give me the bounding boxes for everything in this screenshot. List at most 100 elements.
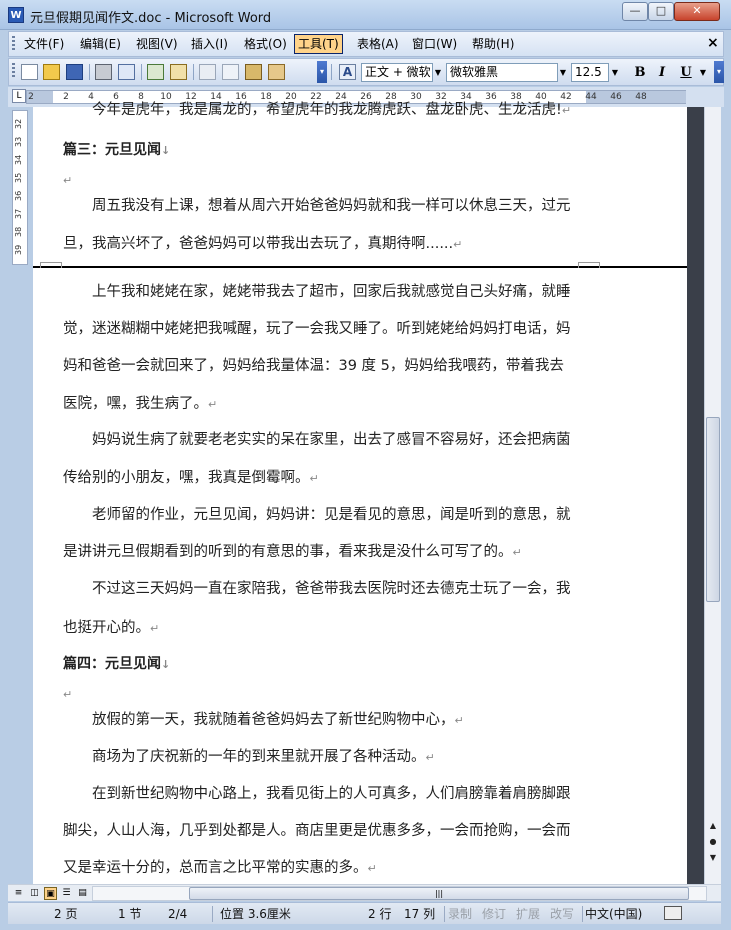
document-text-line[interactable]: ↵ — [63, 684, 72, 705]
document-text-line[interactable]: 商场为了庆祝新的一年的到来里就开展了各种活动。↵ — [92, 747, 435, 768]
toolbar-overflow-icon[interactable]: ▾ — [317, 61, 327, 83]
menu-grip[interactable] — [12, 36, 15, 52]
document-text-line[interactable]: 不过这三天妈妈一直在家陪我，爸爸带我去医院时还去德克士玩了一会，我 — [92, 579, 571, 599]
research-icon[interactable] — [170, 64, 187, 80]
italic-button[interactable]: I — [653, 64, 671, 81]
document-text-line[interactable]: ↵ — [63, 170, 72, 191]
document-text: 妈妈说生病了就要老老实实的呆在家里，出去了感冒不容易好，还会把病菌 — [92, 432, 571, 448]
document-text: 放假的第一天，我就随着爸爸妈妈去了新世纪购物中心， — [92, 712, 455, 728]
spelling-status-icon[interactable] — [664, 906, 682, 920]
document-text-line[interactable]: 上午我和姥姥在家，姥姥带我去了超市，回家后我就感觉自己头好痛，就睡 — [92, 282, 571, 302]
style-combo-arrow[interactable]: ▼ — [432, 63, 444, 82]
save-icon[interactable] — [66, 64, 83, 80]
horizontal-scroll-area: ≡ ◫ ▣ ☰ ▤ ||| — [8, 884, 721, 901]
document-text-line[interactable]: 医院，嘿，我生病了。↵ — [63, 394, 217, 415]
minimize-button[interactable]: — — [622, 2, 648, 21]
close-button[interactable]: ✕ — [674, 2, 720, 21]
paragraph-mark-icon: ↵ — [63, 174, 73, 187]
title-bar: W 元旦假期见闻作文.doc - Microsoft Word — □ ✕ — [0, 0, 731, 30]
copy-icon[interactable] — [222, 64, 239, 80]
menu-insert[interactable]: 插入(I) — [188, 36, 231, 52]
document-text-line[interactable]: 脚尖，人山人海，几乎到处都是人。商店里更是优惠多多，一会而抢购，一会而 — [63, 821, 571, 841]
status-section: 1 节 — [118, 907, 142, 921]
horizontal-scrollbar[interactable]: ||| — [92, 886, 707, 901]
cut-icon[interactable] — [199, 64, 216, 80]
paste-icon[interactable] — [245, 64, 262, 80]
document-text-line[interactable]: 今年是虎年，我是属龙的，希望虎年的我龙腾虎跃、盘龙卧虎、生龙活虎!↵ — [92, 100, 571, 121]
menu-view[interactable]: 视图(V) — [133, 36, 181, 52]
next-page-icon[interactable]: ▼ — [706, 851, 720, 865]
underline-button[interactable]: U — [677, 64, 695, 81]
normal-view-icon[interactable]: ≡ — [12, 887, 25, 900]
toolbar-overflow-icon[interactable]: ▾ — [714, 61, 724, 83]
document-text-line[interactable]: 是讲讲元旦假期看到的听到的有意思的事，看来我是没什么可写了的。↵ — [63, 542, 522, 563]
document-heading[interactable]: 篇三：元旦见闻↓ — [63, 140, 170, 161]
select-browse-object-icon[interactable]: ● — [706, 835, 720, 849]
open-icon[interactable] — [43, 64, 60, 80]
reading-view-icon[interactable]: ▤ — [76, 887, 89, 900]
status-overtype[interactable]: 改写 — [550, 906, 574, 922]
paragraph-mark-icon: ↵ — [425, 751, 435, 764]
menu-format[interactable]: 格式(O) — [241, 36, 290, 52]
font-size-combo-arrow[interactable]: ▼ — [609, 63, 621, 82]
new-icon[interactable] — [21, 64, 38, 80]
toolbar-separator — [193, 64, 194, 80]
document-text-line[interactable]: 旦，我高兴坏了，爸爸妈妈可以带我出去玩了，真期待啊......↵ — [63, 234, 462, 255]
font-size-combo[interactable]: 12.5 — [571, 63, 609, 82]
outline-view-icon[interactable]: ☰ — [60, 887, 73, 900]
document-text: 是讲讲元旦假期看到的听到的有意思的事，看来我是没什么可写了的。 — [63, 544, 513, 560]
document-text-line[interactable]: 又是幸运十分的，总而言之比平常的实惠的多。↵ — [63, 858, 377, 879]
document-text-line[interactable]: 放假的第一天，我就随着爸爸妈妈去了新世纪购物中心，↵ — [92, 710, 464, 731]
document-text: 篇四：元旦见闻 — [63, 656, 161, 672]
horizontal-scroll-thumb[interactable]: ||| — [189, 887, 689, 900]
status-extend[interactable]: 扩展 — [516, 906, 540, 922]
status-track-changes[interactable]: 修订 — [482, 906, 506, 922]
print-layout-view-icon[interactable]: ▣ — [44, 887, 57, 900]
toolbar-grip[interactable] — [12, 63, 15, 79]
bold-button[interactable]: B — [631, 64, 649, 81]
document-text-line[interactable]: 妈妈说生病了就要老老实实的呆在家里，出去了感冒不容易好，还会把病菌 — [92, 430, 571, 450]
status-record[interactable]: 录制 — [448, 906, 472, 922]
document-text-line[interactable]: 妈和爸爸一会就回来了，妈妈给我量体温：39 度 5，妈妈给我喂药，带着我去 — [63, 356, 564, 376]
print-icon[interactable] — [95, 64, 112, 80]
previous-page-icon[interactable]: ▲ — [706, 819, 720, 833]
format-painter-icon[interactable] — [268, 64, 285, 80]
document-text-line[interactable]: 老师留的作业，元旦见闻，妈妈讲：见是看见的意思，闻是听到的意思，就 — [92, 505, 571, 525]
font-combo[interactable]: 微软雅黑 — [446, 63, 558, 82]
tab-selector[interactable]: L — [12, 89, 26, 103]
document-text-line[interactable]: 觉，迷迷糊糊中姥姥把我喊醒，玩了一会我又睡了。听到姥姥给妈妈打电话，妈 — [63, 319, 571, 339]
document-text-line[interactable]: 也挺开心的。↵ — [63, 618, 159, 639]
document-text: 上午我和姥姥在家，姥姥带我去了超市，回家后我就感觉自己头好痛，就睡 — [92, 284, 571, 300]
underline-arrow[interactable]: ▼ — [697, 63, 709, 82]
spelling-icon[interactable] — [147, 64, 164, 80]
document-heading[interactable]: 篇四：元旦见闻↓ — [63, 654, 170, 675]
menu-edit[interactable]: 编辑(E) — [77, 36, 124, 52]
style-combo[interactable]: 正文 + 微软 — [361, 63, 433, 82]
menu-file[interactable]: 文件(F) — [21, 36, 67, 52]
vertical-scroll-thumb[interactable] — [706, 417, 720, 602]
vertical-scrollbar[interactable]: ▲ ● ▼ — [704, 107, 721, 884]
document-text-line[interactable]: 传给别的小朋友，嘿，我真是倒霉啊。↵ — [63, 468, 319, 489]
menu-window[interactable]: 窗口(W) — [409, 36, 460, 52]
styles-icon[interactable]: A — [339, 64, 356, 80]
document-text-line[interactable]: 在到新世纪购物中心路上，我看见街上的人可真多，人们肩膀靠着肩膀脚跟 — [92, 784, 571, 804]
paragraph-mark-icon: ↵ — [63, 688, 73, 701]
maximize-button[interactable]: □ — [648, 2, 674, 21]
status-bar: 2 页 1 节 2/4 位置 3.6厘米 2 行 17 列 录制 修订 扩展 改… — [8, 902, 721, 924]
menu-help[interactable]: 帮助(H) — [469, 36, 517, 52]
status-divider — [212, 906, 213, 922]
vertical-ruler[interactable]: 32 33 34 35 36 37 38 39 — [12, 110, 28, 265]
document-text-line[interactable]: 周五我没有上课，想着从周六开始爸爸妈妈就和我一样可以休息三天，过元 — [92, 196, 571, 216]
vertical-ruler-mark: 34 — [14, 154, 23, 165]
menu-tools[interactable]: 工具(T) — [294, 34, 343, 54]
status-language[interactable]: 中文(中国) — [585, 906, 642, 922]
document-close-button[interactable]: × — [707, 35, 719, 51]
font-combo-arrow[interactable]: ▼ — [557, 63, 569, 82]
print-preview-icon[interactable] — [118, 64, 135, 80]
web-view-icon[interactable]: ◫ — [28, 887, 41, 900]
menu-table[interactable]: 表格(A) — [354, 36, 402, 52]
paragraph-mark-icon: ↵ — [512, 546, 522, 559]
toolbar: ▾ A 正文 + 微软 ▼ 微软雅黑 ▼ 12.5 ▼ B I U ▼ ▾ — [8, 58, 724, 86]
status-position: 位置 3.6厘米 — [220, 907, 291, 921]
document-margin-area — [687, 107, 704, 884]
